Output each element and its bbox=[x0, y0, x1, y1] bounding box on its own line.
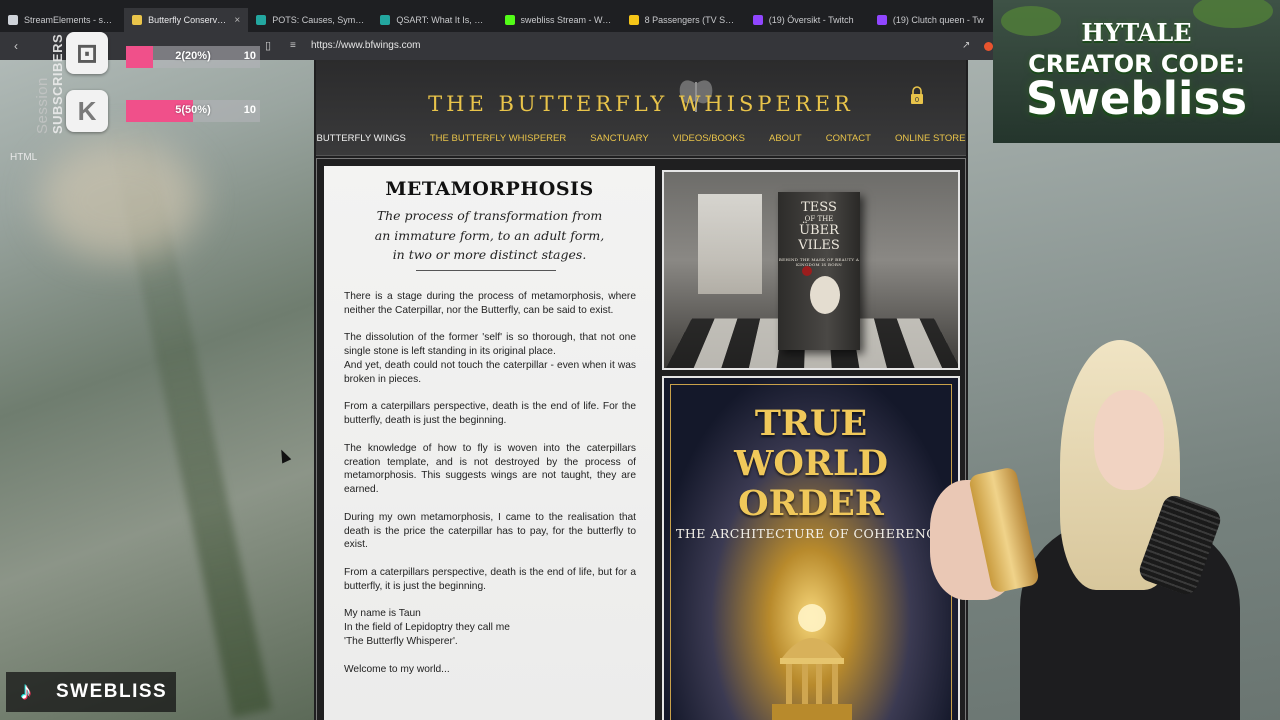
bookmark-icon[interactable]: ▯ bbox=[265, 39, 271, 52]
browser-tab[interactable]: (19) Översikt - Twitch bbox=[745, 8, 869, 32]
tab-favicon-icon bbox=[132, 15, 143, 25]
temple-icon bbox=[772, 604, 852, 720]
paragraph: And yet, death could not touch the cater… bbox=[344, 359, 636, 385]
nav-online-store[interactable]: ONLINE STORE bbox=[883, 133, 978, 144]
paragraph: From a caterpillars perspective, death i… bbox=[344, 566, 636, 592]
goal-target: 10 bbox=[243, 104, 256, 116]
session-label: Session bbox=[34, 77, 51, 134]
body-text: There is a stage during the process of m… bbox=[344, 290, 636, 690]
browser-tab[interactable]: QSART: What It Is, Purpose bbox=[372, 8, 496, 32]
tab-favicon-icon bbox=[380, 15, 391, 25]
paragraph: The dissolution of the former 'self' is … bbox=[344, 332, 636, 358]
tab-favicon-icon bbox=[8, 15, 18, 25]
metamorphosis-panel: METAMORPHOSIS The process of transformat… bbox=[324, 166, 655, 720]
hytale-logo: HYTALE bbox=[1081, 18, 1192, 47]
paragraph: 'The Butterfly Whisperer'. bbox=[344, 635, 458, 647]
tab-favicon-icon bbox=[876, 15, 887, 25]
browser-tab[interactable]: (19) Clutch queen - Tw bbox=[869, 8, 993, 32]
browser-tab-active[interactable]: Butterfly Conservation × bbox=[124, 8, 249, 32]
nav-sanctuary[interactable]: SANCTUARY bbox=[578, 133, 660, 144]
nav-butterfly-wings[interactable]: BUTTERFLY WINGS bbox=[304, 133, 417, 144]
nav-butterfly-whisperer[interactable]: THE BUTTERFLY WHISPERER bbox=[418, 133, 578, 144]
tiktok-username: SWEBLISS bbox=[56, 681, 168, 702]
site-settings-icon[interactable]: ≡ bbox=[290, 40, 296, 51]
paragraph: From a caterpillars perspective, death i… bbox=[344, 401, 636, 427]
streamer-face bbox=[1094, 390, 1164, 490]
book-tagline: BEHIND THE MASK OF BEAUTY A KINGDOM IS B… bbox=[778, 257, 860, 267]
site-nav: BUTTERFLY WINGS THE BUTTERFLY WHISPERER … bbox=[316, 132, 966, 145]
subscribers-label: SUBSCRIBERS bbox=[50, 33, 65, 134]
site-title[interactable]: THE BUTTERFLY WHISPERER bbox=[316, 92, 966, 116]
tab-favicon-icon bbox=[256, 15, 267, 25]
goal-target: 10 bbox=[243, 50, 256, 62]
mask-icon bbox=[810, 276, 840, 314]
browser-tab-strip: StreamElements - swebliss Butterfly Cons… bbox=[0, 8, 993, 32]
window-light bbox=[698, 194, 762, 294]
browser-topbar bbox=[0, 0, 993, 8]
share-icon[interactable]: ↗ bbox=[962, 40, 970, 51]
paragraph: During my own metamorphosis, I came to t… bbox=[344, 511, 636, 551]
extension-icon[interactable] bbox=[984, 42, 993, 51]
creator-name: Swebliss bbox=[1025, 72, 1248, 125]
cart-lock-icon[interactable]: 0 bbox=[910, 86, 924, 104]
tab-close-icon[interactable]: × bbox=[234, 15, 240, 26]
page-subheading: The process of transformation from an im… bbox=[374, 208, 605, 262]
creator-code-banner: HYTALE CREATOR CODE: Swebliss bbox=[993, 0, 1280, 143]
tab-favicon-icon bbox=[752, 15, 763, 25]
heading-divider bbox=[416, 270, 556, 271]
cart-count: 0 bbox=[915, 96, 919, 104]
nav-about[interactable]: ABOUT bbox=[757, 133, 814, 144]
subscriber-goal-bar-twitch: 2(20%) 10 bbox=[126, 46, 260, 68]
page-heading: METAMORPHOSIS bbox=[385, 178, 594, 200]
subscriber-labels: Session SUBSCRIBERS bbox=[12, 28, 72, 138]
html-source-label: HTML bbox=[10, 152, 38, 163]
site-header: THE BUTTERFLY WHISPERER 0 BUTTERFLY WING… bbox=[316, 60, 966, 156]
paragraph: The knowledge of how to fly is woven int… bbox=[344, 442, 636, 496]
webcam-feed bbox=[910, 330, 1280, 720]
goal-progress-text: 2(20%) bbox=[175, 50, 211, 62]
browser-tab[interactable]: POTS: Causes, Symptoms, bbox=[248, 8, 372, 32]
rose-icon bbox=[802, 266, 812, 276]
subscriber-goal-bar-kick: 5(50%) 10 bbox=[126, 100, 260, 122]
book-cover: TESS OF THE ÜBER VILES BEHIND THE MASK O… bbox=[778, 192, 860, 350]
paragraph: My name is Taun bbox=[344, 608, 421, 620]
twitch-logo-icon: ⊡ bbox=[66, 32, 108, 74]
paragraph: There is a stage during the process of m… bbox=[344, 291, 636, 316]
kick-logo-icon: K bbox=[66, 90, 108, 132]
goal-progress-text: 5(50%) bbox=[175, 104, 211, 116]
tiktok-badge: ♪ SWEBLISS bbox=[6, 672, 176, 712]
url-field[interactable]: https://www.bfwings.com bbox=[311, 40, 420, 51]
paragraph: In the field of Lepidoptry they call me bbox=[344, 622, 510, 634]
tab-favicon-icon bbox=[628, 15, 639, 25]
paragraph: Welcome to my world... bbox=[344, 663, 450, 675]
website-viewport: THE BUTTERFLY WHISPERER 0 BUTTERFLY WING… bbox=[314, 60, 968, 720]
tiktok-icon: ♪ bbox=[20, 678, 32, 705]
nav-contact[interactable]: CONTACT bbox=[814, 133, 883, 144]
book-title: TESS OF THE ÜBER VILES bbox=[798, 200, 840, 253]
tab-favicon-icon bbox=[504, 15, 515, 25]
browser-tab[interactable]: 8 Passengers (TV Series 20 bbox=[621, 8, 745, 32]
browser-tab[interactable]: swebliss Stream - Watch L bbox=[497, 8, 621, 32]
nav-videos-books[interactable]: VIDEOS/BOOKS bbox=[661, 133, 757, 144]
